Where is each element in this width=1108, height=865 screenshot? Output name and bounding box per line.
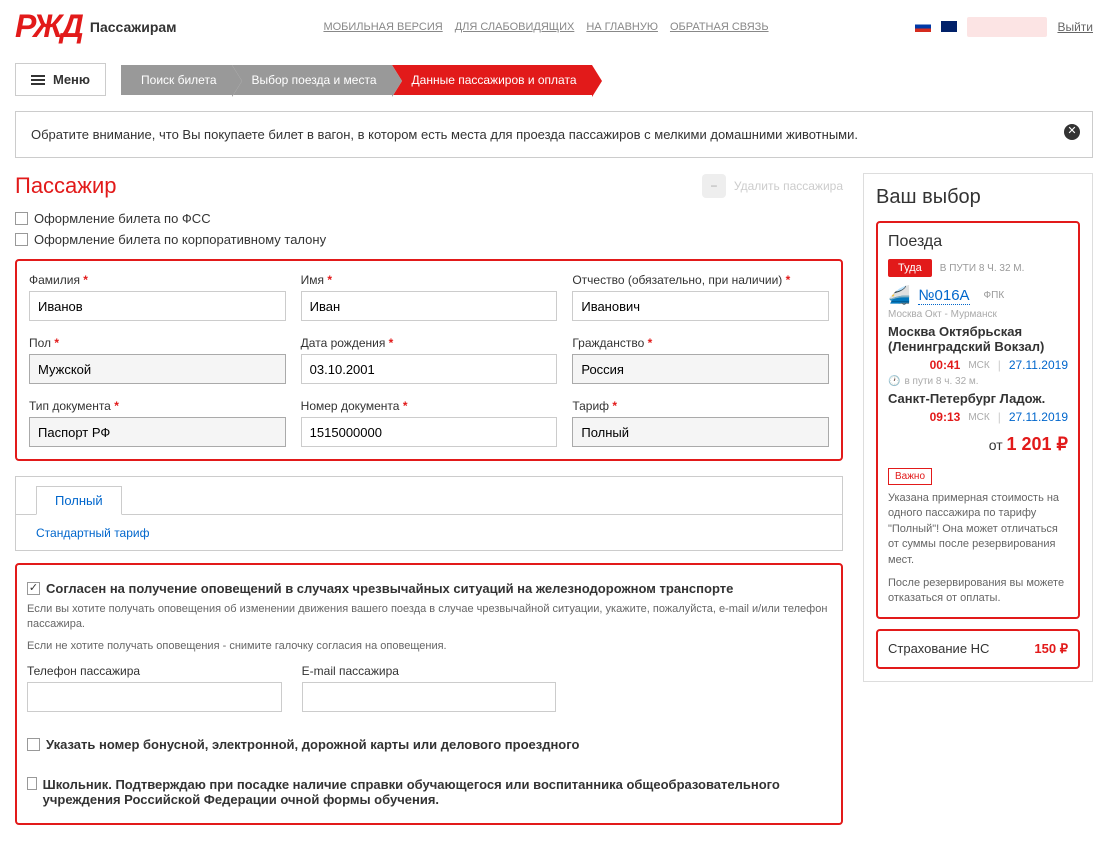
- notice-text: Обратите внимание, что Вы покупаете биле…: [31, 127, 858, 142]
- gender-select[interactable]: Мужской: [29, 354, 286, 384]
- corp-checkbox[interactable]: [15, 233, 28, 246]
- consent-info2: Если не хотите получать оповещения - сни…: [27, 639, 831, 654]
- close-icon[interactable]: ✕: [1064, 124, 1080, 140]
- menu-button[interactable]: Меню: [15, 63, 106, 96]
- citizenship-label: Гражданство *: [572, 336, 829, 350]
- firstname-label: Имя *: [301, 273, 558, 287]
- accessibility-link[interactable]: ДЛЯ СЛАБОВИДЯЩИХ: [455, 21, 575, 33]
- lastname-input[interactable]: [29, 291, 286, 321]
- notice-banner: Обратите внимание, что Вы покупаете биле…: [15, 111, 1093, 158]
- crumb-passenger[interactable]: Данные пассажиров и оплата: [392, 65, 592, 95]
- tariff-box: Полный Стандартный тариф: [15, 476, 843, 551]
- logout-link[interactable]: Выйти: [1057, 20, 1093, 34]
- train-choice-box: Поезда Туда В ПУТИ 8 Ч. 32 М. 🚄 №016А ФП…: [876, 221, 1080, 619]
- flag-ru-icon[interactable]: [915, 21, 931, 32]
- tariff-select[interactable]: Полный: [572, 417, 829, 447]
- tariff-standard-link[interactable]: Стандартный тариф: [36, 526, 149, 540]
- station-from: Москва Октябрьская (Ленинградский Вокзал…: [888, 324, 1068, 354]
- citizenship-select[interactable]: Россия: [572, 354, 829, 384]
- arrive-tz: МСК: [968, 412, 989, 423]
- train-number-link[interactable]: №016А: [918, 287, 969, 305]
- patronymic-label: Отчество (обязательно, при наличии) *: [572, 273, 829, 287]
- doctype-select[interactable]: Паспорт РФ: [29, 417, 286, 447]
- dob-input[interactable]: [301, 354, 558, 384]
- fss-checkbox[interactable]: [15, 212, 28, 225]
- direction-badge: Туда: [888, 259, 932, 277]
- minus-icon: −: [702, 174, 726, 198]
- school-label: Школьник. Подтверждаю при посадке наличи…: [43, 777, 831, 807]
- price-from-label: от: [989, 437, 1003, 453]
- gender-label: Пол *: [29, 336, 286, 350]
- crumb-select[interactable]: Выбор поезда и места: [232, 65, 392, 95]
- consent-info1: Если вы хотите получать оповещения об из…: [27, 602, 831, 633]
- depart-tz: МСК: [968, 360, 989, 371]
- email-label: E-mail пассажира: [302, 664, 557, 678]
- bonus-checkbox[interactable]: [27, 738, 40, 751]
- home-link[interactable]: НА ГЛАВНУЮ: [586, 21, 658, 33]
- consent-label: Согласен на получение оповещений в случа…: [46, 581, 733, 596]
- docnum-label: Номер документа *: [301, 399, 558, 413]
- mobile-link[interactable]: МОБИЛЬНАЯ ВЕРСИЯ: [323, 21, 442, 33]
- crumb-search[interactable]: Поиск билета: [121, 65, 231, 95]
- trains-heading: Поезда: [888, 233, 1068, 251]
- flag-uk-icon[interactable]: [941, 21, 957, 32]
- firstname-input[interactable]: [301, 291, 558, 321]
- passenger-title: Пассажир: [15, 173, 117, 199]
- sidebar: Ваш выбор Поезда Туда В ПУТИ 8 Ч. 32 М. …: [863, 173, 1093, 682]
- depart-date: 27.11.2019: [1009, 358, 1068, 372]
- tariff-tab[interactable]: Полный: [36, 486, 122, 515]
- menu-label: Меню: [53, 72, 90, 87]
- school-checkbox[interactable]: [27, 777, 37, 790]
- station-to: Санкт-Петербург Ладож.: [888, 391, 1068, 406]
- sidebar-title: Ваш выбор: [876, 186, 1080, 209]
- phone-input[interactable]: [27, 682, 282, 712]
- docnum-input[interactable]: [301, 417, 558, 447]
- logo: РЖД: [15, 8, 82, 45]
- important-text2: После резервирования вы можете отказатьс…: [888, 576, 1068, 607]
- consent-checkbox[interactable]: [27, 582, 40, 595]
- train-company: ФПК: [984, 290, 1005, 301]
- consent-box: Согласен на получение оповещений в случа…: [15, 563, 843, 825]
- feedback-link[interactable]: ОБРАТНАЯ СВЯЗЬ: [670, 21, 769, 33]
- bonus-label: Указать номер бонусной, электронной, дор…: [46, 737, 579, 752]
- price-value: 1 201 ₽: [1007, 434, 1069, 454]
- route-text: Москва Окт - Мурманск: [888, 309, 1068, 320]
- breadcrumb: Поиск билета Выбор поезда и места Данные…: [121, 65, 591, 95]
- important-text1: Указана примерная стоимость на одного па…: [888, 491, 1068, 568]
- arrive-time: 09:13: [930, 410, 961, 424]
- corp-label: Оформление билета по корпоративному тало…: [34, 232, 326, 247]
- hamburger-icon: [31, 73, 45, 87]
- doctype-label: Тип документа *: [29, 399, 286, 413]
- train-icon: 🚄: [888, 285, 910, 306]
- lastname-label: Фамилия *: [29, 273, 286, 287]
- tariff-label: Тариф *: [572, 399, 829, 413]
- top-nav-links: МОБИЛЬНАЯ ВЕРСИЯ ДЛЯ СЛАБОВИДЯЩИХ НА ГЛА…: [323, 21, 768, 33]
- clock-icon: 🕐: [888, 376, 900, 387]
- transit-time: 🕐 в пути 8 ч. 32 м.: [888, 376, 1068, 387]
- insurance-label: Страхование НС: [888, 641, 989, 656]
- passenger-form: Фамилия * Имя * Отчество (обязательно, п…: [15, 259, 843, 461]
- depart-time: 00:41: [930, 358, 961, 372]
- delete-passenger-button[interactable]: − Удалить пассажира: [702, 174, 843, 198]
- important-badge: Важно: [888, 468, 932, 485]
- insurance-box[interactable]: Страхование НС 150 ₽: [876, 629, 1080, 669]
- arrive-date: 27.11.2019: [1009, 410, 1068, 424]
- logo-subtitle: Пассажирам: [90, 19, 177, 35]
- insurance-price: 150 ₽: [1034, 641, 1068, 657]
- travel-time: В ПУТИ 8 Ч. 32 М.: [940, 263, 1025, 274]
- phone-label: Телефон пассажира: [27, 664, 282, 678]
- user-badge[interactable]: [967, 17, 1047, 37]
- dob-label: Дата рождения *: [301, 336, 558, 350]
- email-input[interactable]: [302, 682, 557, 712]
- patronymic-input[interactable]: [572, 291, 829, 321]
- fss-label: Оформление билета по ФСС: [34, 211, 211, 226]
